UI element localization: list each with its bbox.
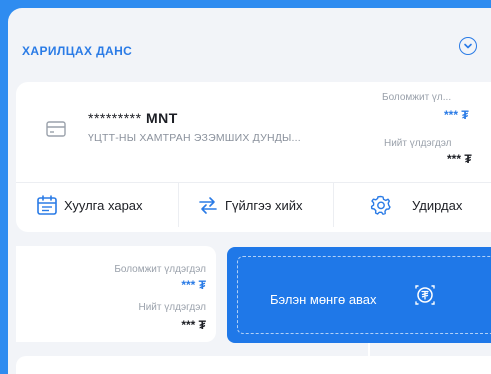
account-actions: Хуулга харах Гүйлгээ хийх Удирдах [16, 182, 491, 227]
transfer-button[interactable]: Гүйлгээ хийх [178, 183, 333, 227]
card-icon [46, 120, 66, 143]
total-balance-label: Нийт үлдэгдэл [384, 138, 452, 149]
account-section-title: ХАРИЛЦАХ ДАНС [22, 44, 133, 58]
account-number: ********* MNT [88, 110, 178, 126]
manage-button-label: Удирдах [412, 197, 463, 213]
statement-button-label: Хуулга харах [64, 197, 143, 213]
cash-withdraw-label: Бэлэн мөнгө авах [270, 292, 377, 307]
manage-button[interactable]: Удирдах [333, 183, 491, 227]
gear-icon [370, 195, 391, 215]
mini-available-label: Боломжит үлдэгдэл [114, 264, 206, 275]
account-number-masked: ********* [88, 110, 142, 126]
mini-total-value: *** ₮ [181, 318, 206, 332]
mini-available-value: *** ₮ [181, 278, 206, 292]
mini-total-label: Нийт үлдэгдэл [138, 302, 207, 313]
statement-button[interactable]: Хуулга харах [16, 183, 178, 227]
transfer-arrows-icon [199, 197, 217, 214]
transfer-button-label: Гүйлгээ хийх [225, 197, 303, 213]
account-card[interactable]: ********* MNT ҮЦТТ-НЫ ХАМТРАН ЭЗЭМШИХ ДУ… [16, 82, 491, 232]
available-balance-label: Боломжит үл... [382, 92, 452, 103]
mini-balance-card[interactable]: Боломжит үлдэгдэл *** ₮ Нийт үлдэгдэл **… [16, 246, 216, 342]
tugrik-coin-icon [412, 282, 438, 313]
next-card[interactable] [16, 356, 491, 374]
cash-withdraw-button[interactable]: Бэлэн мөнгө авах [227, 247, 491, 343]
calendar-icon [37, 195, 57, 215]
available-balance-value: *** ₮ [444, 108, 469, 122]
total-balance-value: *** ₮ [447, 152, 472, 166]
account-currency: MNT [145, 110, 178, 126]
account-name: ҮЦТТ-НЫ ХАМТРАН ЭЗЭМШИХ ДУНДЫ... [88, 132, 301, 144]
chevron-down-icon[interactable] [459, 37, 477, 55]
